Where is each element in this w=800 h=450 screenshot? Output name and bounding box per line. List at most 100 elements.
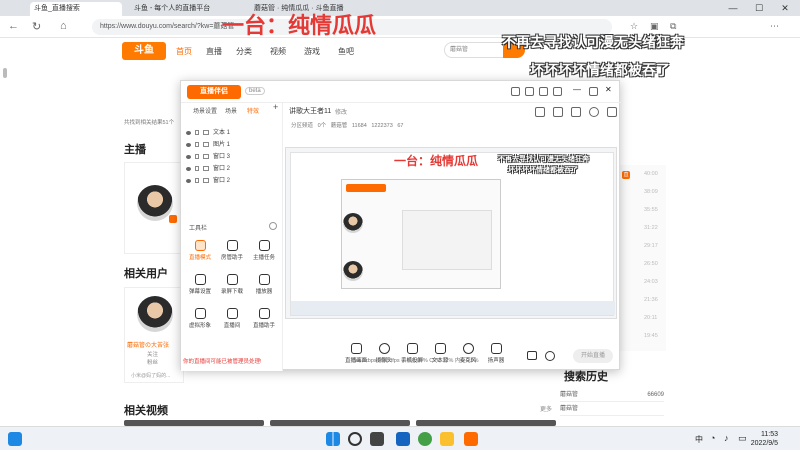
user-name: 蘑菇管の大苦张: [127, 343, 170, 349]
history-row[interactable]: 蘑菇管: [560, 402, 664, 416]
scene-item[interactable]: 窗口 3: [181, 151, 283, 163]
lock-icon[interactable]: [553, 107, 563, 117]
nav-fishbar[interactable]: 鱼吧: [338, 46, 354, 57]
scene-item[interactable]: 窗口 2: [181, 163, 283, 175]
minimize-icon[interactable]: —: [573, 86, 582, 95]
minimize-button[interactable]: —: [720, 0, 746, 16]
maximize-icon[interactable]: [589, 87, 598, 96]
tool-room-admin[interactable]: 房管助手: [215, 237, 249, 267]
preview-taskbar: [291, 301, 615, 315]
record-icon[interactable]: [527, 351, 537, 360]
tool-danmu-settings[interactable]: 弹幕设置: [183, 271, 217, 301]
status-bar: 码率0kbps 帧率0fps 丢帧0.00% CPU 12% 内存0.5%: [351, 358, 479, 364]
folder-icon[interactable]: [440, 432, 454, 446]
eye-icon[interactable]: [186, 131, 191, 135]
edge-icon[interactable]: [396, 432, 410, 446]
lock-icon[interactable]: [195, 166, 199, 171]
windows-taskbar: 中 ◔ ♪ ▭ 11:53 2022/9/5: [0, 426, 800, 450]
tool-record-download[interactable]: 录屏下载: [215, 271, 249, 301]
search-icon[interactable]: [348, 432, 362, 446]
history-row[interactable]: 蘑菇管 66609: [560, 388, 664, 402]
battery-icon[interactable]: ▭: [738, 433, 747, 444]
bag-icon[interactable]: [571, 107, 581, 117]
tool-live-room[interactable]: 直播间: [215, 305, 249, 335]
message-icon[interactable]: [525, 87, 534, 96]
widgets-icon[interactable]: [8, 432, 22, 446]
douyu-logo[interactable]: 斗鱼: [122, 42, 166, 60]
settings-icon[interactable]: [539, 87, 548, 96]
more-link[interactable]: 更多: [540, 404, 552, 413]
edit-icon[interactable]: [535, 107, 545, 117]
bell-icon[interactable]: [511, 87, 520, 96]
collections-icon[interactable]: ▣: [650, 21, 659, 32]
scene-item[interactable]: 图片 1: [181, 139, 283, 151]
lock-icon[interactable]: [195, 178, 199, 183]
eye-icon[interactable]: [186, 179, 191, 183]
extensions-icon[interactable]: ⧉: [670, 21, 676, 32]
close-button[interactable]: ✕: [772, 0, 798, 16]
scene-item[interactable]: 文本 1: [181, 127, 283, 139]
search-input[interactable]: 蘑菇管: [444, 42, 504, 58]
eye-icon[interactable]: [186, 167, 191, 171]
lock-icon[interactable]: [195, 130, 199, 135]
skin-icon[interactable]: [553, 87, 562, 96]
tool-live-mode[interactable]: 直播模式: [183, 237, 217, 267]
live-preview[interactable]: 一台：纯情瓜瓜 不再去寻找认可漫无头绪狂奔 坏坏坏坏情绪都被吞了: [285, 147, 617, 319]
volume-icon[interactable]: ♪: [724, 433, 729, 443]
section-videos-title: 相关视频: [124, 405, 168, 417]
browser-tab[interactable]: 斗鱼_直播搜索: [30, 2, 122, 16]
camera-icon: [378, 343, 390, 354]
tool-anchor-task[interactable]: 主播任务: [247, 237, 281, 267]
scene-item[interactable]: 窗口 2: [181, 175, 283, 187]
nav-category[interactable]: 分类: [236, 46, 252, 57]
player-icon: [258, 274, 270, 285]
nav-video[interactable]: 视频: [270, 46, 286, 57]
nav-game[interactable]: 游戏: [304, 46, 320, 57]
preview-overlay-line2: 坏坏坏坏情绪都被吞了: [508, 166, 578, 174]
tool-player[interactable]: 播放器: [247, 271, 281, 301]
add-scene-button[interactable]: +: [273, 102, 278, 112]
room-edit-link[interactable]: 修改: [335, 107, 347, 116]
nav-home[interactable]: 首页: [176, 46, 192, 57]
douyu-app-icon[interactable]: [464, 432, 478, 446]
close-icon[interactable]: ✕: [605, 86, 614, 95]
section-anchor-title: 主播: [124, 144, 146, 156]
live-badge-icon: [169, 215, 177, 223]
maximize-button[interactable]: ☐: [746, 0, 772, 16]
scroll-indicator: [3, 68, 7, 78]
nav-live[interactable]: 直播: [206, 46, 222, 57]
text-icon: [434, 343, 446, 354]
user-desc: 小米@妈了妈的...: [131, 373, 171, 379]
tool-speaker[interactable]: 扬声器: [481, 343, 511, 364]
eye-icon[interactable]: [186, 143, 191, 147]
clock[interactable]: 11:53 2022/9/5: [751, 430, 778, 448]
tool-avatar[interactable]: 虚拟形象: [183, 305, 217, 335]
eye-icon[interactable]: [186, 155, 191, 159]
user-card[interactable]: 蘑菇管の大苦张 关注 粉丝 小米@妈了妈的...: [124, 287, 184, 383]
share-icon[interactable]: [607, 107, 617, 117]
ime-indicator[interactable]: 中: [695, 434, 703, 445]
tab-scene-settings[interactable]: 场景设置: [193, 106, 217, 115]
tab-scene[interactable]: 场景: [225, 106, 237, 115]
task-view-icon[interactable]: [370, 432, 384, 446]
back-icon[interactable]: ←: [8, 20, 19, 32]
more-icon[interactable]: ⋯: [770, 21, 779, 32]
tab-effects[interactable]: 特效: [247, 106, 259, 115]
home-icon[interactable]: ⌂: [60, 20, 67, 32]
wifi-icon[interactable]: ◔: [710, 433, 715, 443]
star-icon[interactable]: ☆: [630, 21, 638, 32]
start-live-button[interactable]: 开始直播: [573, 349, 613, 363]
refresh-icon[interactable]: ↻: [32, 20, 41, 33]
lock-icon[interactable]: [195, 154, 199, 159]
obs-logo: 直播伴侣: [187, 85, 241, 99]
anchor-card[interactable]: [124, 162, 184, 254]
stream-overlay-line2: 坏坏坏坏情绪都被吞了: [530, 63, 670, 79]
preview-overlay-line1: 不再去寻找认可漫无头绪狂奔: [498, 155, 589, 163]
lock-icon[interactable]: [195, 142, 199, 147]
browser-icon[interactable]: [418, 432, 432, 446]
tools-more-icon[interactable]: [269, 222, 277, 230]
settings-gear-icon[interactable]: [545, 351, 555, 361]
start-icon[interactable]: [326, 432, 340, 446]
notify-icon[interactable]: [589, 107, 599, 117]
tool-live-helper[interactable]: 直播助手: [247, 305, 281, 335]
